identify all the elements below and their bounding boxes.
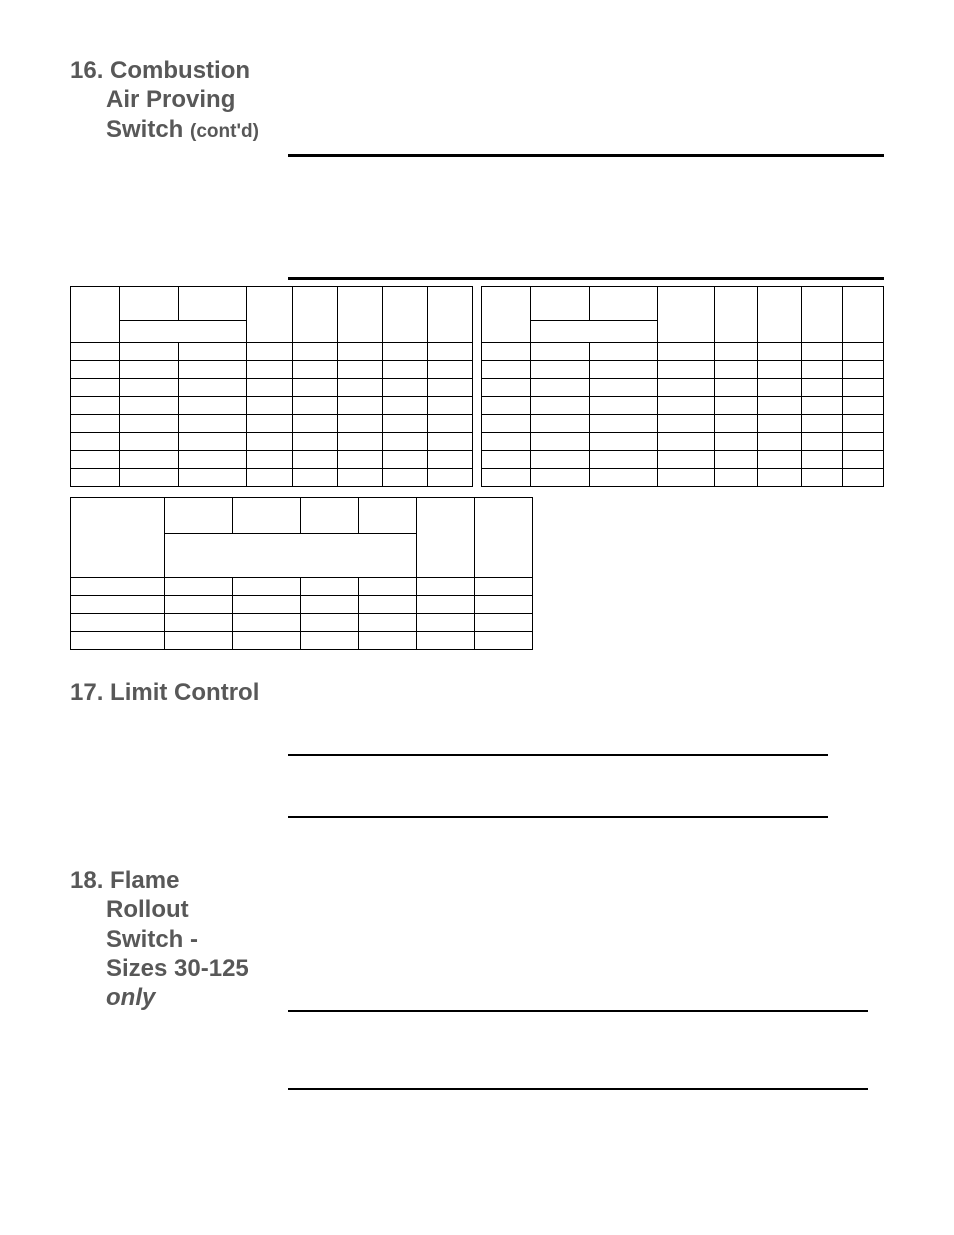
section-18-title-line5: only: [106, 983, 288, 1012]
section-17: 17. Limit Control: [70, 678, 884, 818]
section-18-title-line4: Sizes 30-125: [106, 954, 288, 983]
section-17-heading: 17. Limit Control: [70, 678, 288, 707]
tb-h-c5a: [359, 498, 417, 534]
t1r-h-c2b: [531, 321, 658, 343]
section-16-title-line1: Combustion: [110, 56, 250, 85]
t1r-h-c8: [842, 287, 883, 343]
section-16-table-left: [70, 286, 473, 487]
t1r-h-c7: [801, 287, 842, 343]
t1l-h-c5: [292, 287, 337, 343]
t1r-h-c5: [715, 287, 758, 343]
section-16-heading: 16. Combustion Air Proving Switch (cont'…: [70, 56, 288, 144]
t1l-h-c7: [382, 287, 427, 343]
section-18-title-line1: Flame: [110, 866, 179, 895]
t1l-h-c2a: [120, 287, 179, 321]
section-16: 16. Combustion Air Proving Switch (cont'…: [70, 56, 884, 650]
t1l-h-c4: [247, 287, 292, 343]
tb-h-c2a: [165, 498, 233, 534]
t1r-h-c6: [758, 287, 801, 343]
tb-h-c1: [71, 498, 165, 578]
tb-h-c4a: [301, 498, 359, 534]
section-16-number: 16.: [70, 56, 103, 85]
section-18-title-line2: Rollout: [106, 895, 288, 924]
section-16-table-right: [481, 286, 884, 487]
t1r-h-c1: [482, 287, 531, 343]
t1r-h-c3a: [589, 287, 658, 321]
t1l-h-c6: [337, 287, 382, 343]
tb-h-c6: [417, 498, 475, 578]
tb-h-c7: [475, 498, 533, 578]
section-18: 18. Flame Rollout Switch - Sizes 30-125 …: [70, 866, 884, 1090]
t1l-h-c8: [427, 287, 472, 343]
t1r-h-c2a: [531, 287, 590, 321]
section-16-note-block: [288, 154, 884, 280]
tb-h-c3a: [233, 498, 301, 534]
section-16-table-bottom: [70, 497, 533, 650]
t1r-h-c4: [658, 287, 715, 343]
section-18-note-block: [288, 1010, 868, 1090]
section-18-heading: 18. Flame Rollout Switch - Sizes 30-125 …: [70, 866, 288, 1012]
section-18-title-line3: Switch -: [106, 925, 288, 954]
tb-h-r2: [165, 534, 417, 578]
t1l-h-c3a: [178, 287, 247, 321]
section-18-number: 18.: [70, 866, 103, 895]
section-17-rule-2: [288, 816, 828, 818]
section-16-title-contd: (cont'd): [190, 121, 259, 142]
t1l-h-c2b: [120, 321, 247, 343]
section-17-number: 17.: [70, 678, 103, 707]
section-16-title-line3a: Switch: [106, 116, 183, 143]
section-16-title-line2: Air Proving: [106, 85, 288, 114]
t1l-h-c1: [71, 287, 120, 343]
section-17-title: Limit Control: [110, 678, 259, 707]
